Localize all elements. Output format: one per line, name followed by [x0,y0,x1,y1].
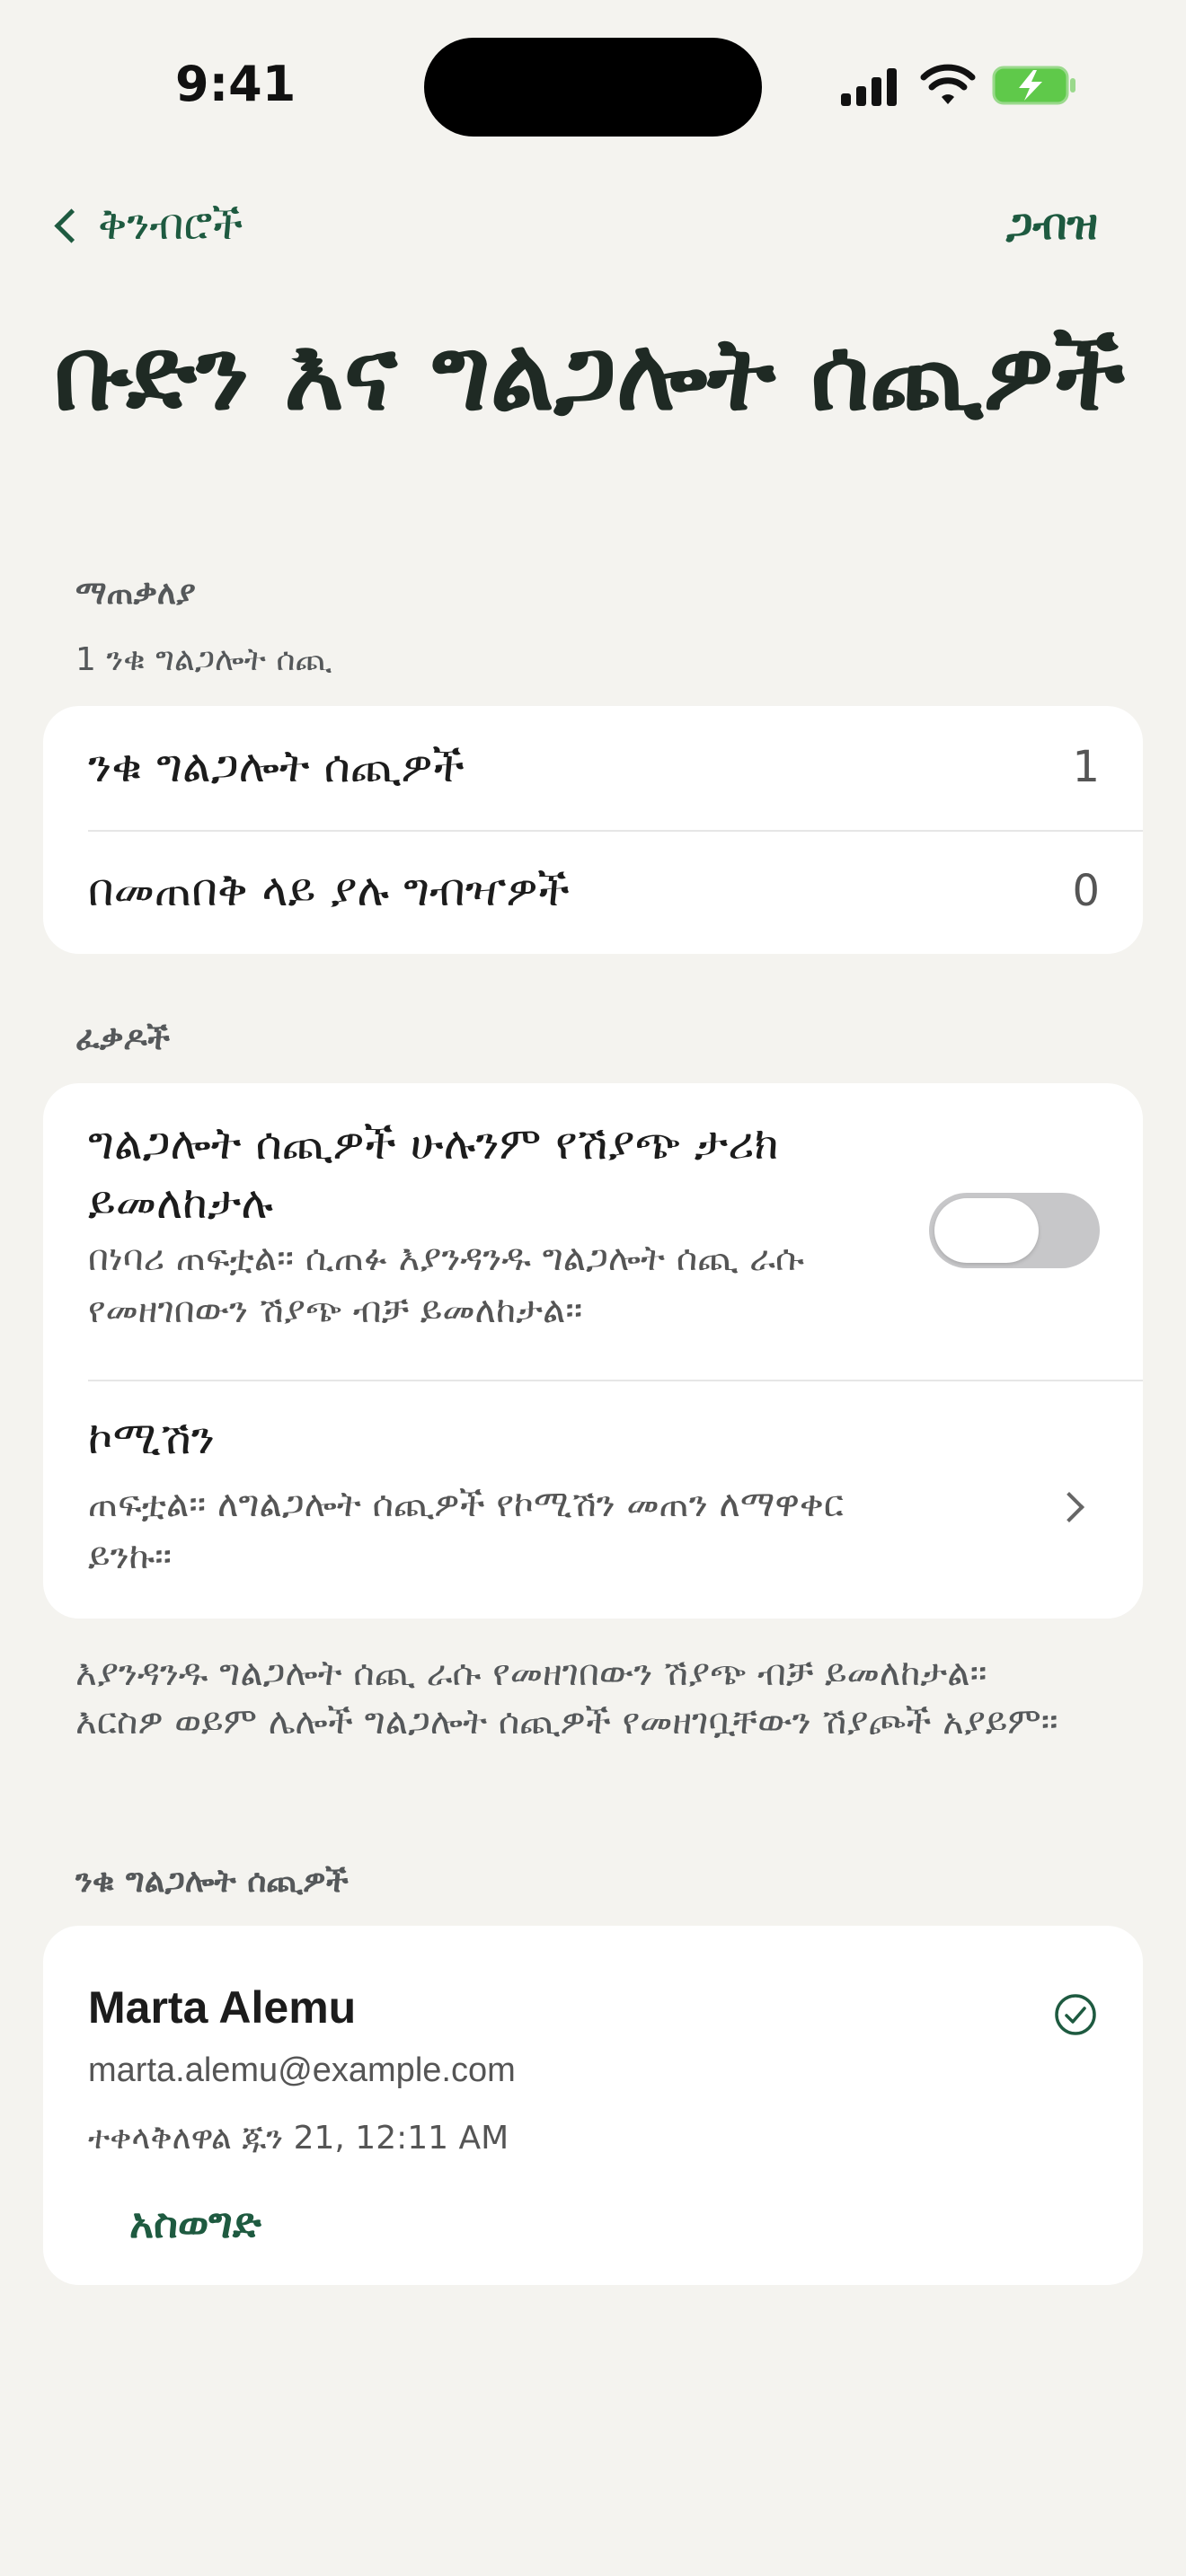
chevron-right-icon [1054,1492,1084,1522]
battery-charging-icon [992,66,1075,105]
summary-card: ንቁ ግልጋሎት ሰጪዎች 1 በመጠበቅ ላይ ያሉ ግብዣዎች 0 [43,706,1143,954]
remove-staff-button[interactable]: አስወግድ [129,2199,261,2249]
summary-header: ማጠቃለያ [75,575,196,612]
show-all-history-toggle[interactable] [929,1193,1100,1268]
staff-member-email: marta.alemu@example.com [88,2051,516,2089]
show-all-history-title: ግልጋሎት ሰጪዎች ሁሉንም የሽያጭ ታሪክ ይመለከታሉ [88,1117,779,1229]
back-button-label: ቅንብሮች [98,199,243,250]
commission-description: ጠፍቷል፡፡ ለግልጋሎት ሰጪዎች የኮሚሽን መጠን ለማዋቀር ይንኩ፡፡ [88,1484,844,1577]
summary-row-value: 0 [1072,866,1100,916]
permissions-header: ፈቃዶች [75,1020,171,1057]
staff-member-card: Marta Alemu marta.alemu@example.com ተቀላቅ… [43,1926,1143,2285]
divider [88,830,1143,832]
toggle-knob [934,1198,1039,1263]
page-title: ቡድን እና ግልጋሎት ሰጪዎች [54,316,1126,433]
summary-row-label: በመጠበቅ ላይ ያሉ ግብዣዎች [88,864,570,916]
summary-row-value: 1 [1072,742,1100,792]
summary-subtitle: 1 ንቁ ግልጋሎት ሰጪ [75,641,332,678]
wifi-icon [920,64,976,104]
invite-button[interactable]: ጋብዝ [1006,199,1098,251]
back-button[interactable]: ቅንብሮች [54,199,243,251]
active-staff-header: ንቁ ግልጋሎት ሰጪዎች [75,1863,349,1900]
staff-member-name: Marta Alemu [88,1982,357,2033]
summary-row-label: ንቁ ግልጋሎት ሰጪዎች [88,740,465,792]
permissions-card: ግልጋሎት ሰጪዎች ሁሉንም የሽያጭ ታሪክ ይመለከታሉ በነባሪ ጠፍቷ… [43,1083,1143,1619]
chevron-left-icon [54,208,89,243]
status-time: 9:41 [175,56,296,112]
show-all-history-row[interactable]: ግልጋሎት ሰጪዎች ሁሉንም የሽያጭ ታሪክ ይመለከታሉ በነባሪ ጠፍቷ… [43,1083,1143,1380]
check-circle-icon [1055,1994,1096,2035]
signal-icon [841,66,900,106]
show-all-history-description: በነባሪ ጠፍቷል፡፡ ሲጠፉ እያንዳንዱ ግልጋሎት ሰጪ ራሱ የመዘገበ… [88,1238,804,1331]
dynamic-island [424,38,762,137]
permissions-footer-note: እያንዳንዱ ግልጋሎት ሰጪ ራሱ የመዘገበውን ሽያጭ ብቻ ይመለከታል… [75,1653,1058,1742]
commission-title: ኮሚሽን [88,1412,215,1464]
commission-row[interactable]: ኮሚሽን ጠፍቷል፡፡ ለግልጋሎት ሰጪዎች የኮሚሽን መጠን ለማዋቀር … [43,1381,1143,1619]
staff-member-joined: ተቀላቅለዋል ጁን 21, 12:11 AM [88,2120,509,2157]
